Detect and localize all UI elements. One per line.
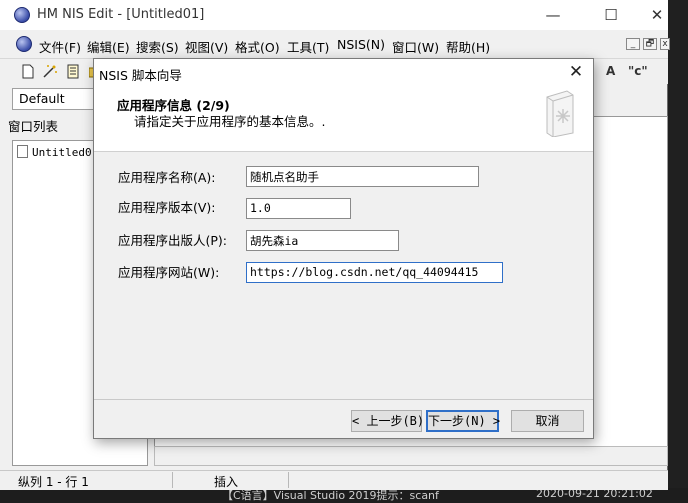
- mdi-close-button[interactable]: x: [660, 38, 670, 50]
- close-button[interactable]: ✕: [634, 0, 680, 30]
- document-icon: [17, 145, 28, 158]
- dialog-title: NSIS 脚本向导: [99, 68, 182, 83]
- new-file-icon[interactable]: [21, 64, 35, 80]
- minimize-button[interactable]: —: [530, 0, 576, 30]
- menu-format[interactable]: 格式(O): [235, 37, 280, 56]
- next-button[interactable]: 下一步(N) >: [426, 410, 500, 432]
- maximize-button[interactable]: ☐: [588, 0, 634, 30]
- document-menu-icon[interactable]: [16, 36, 32, 52]
- status-bar: [0, 470, 668, 490]
- menu-help[interactable]: 帮助(H): [446, 37, 490, 56]
- string-icon[interactable]: "c": [628, 64, 648, 78]
- app-website-label: 应用程序网站(W):: [118, 265, 220, 280]
- cancel-button[interactable]: 取消: [511, 410, 584, 432]
- app-publisher-input[interactable]: 胡先森ia: [246, 230, 399, 251]
- menu-view[interactable]: 视图(V): [185, 37, 228, 56]
- dialog-title-bar: NSIS 脚本向导 ✕: [94, 59, 593, 86]
- installer-book-icon: [546, 90, 574, 137]
- wizard-icon[interactable]: [42, 64, 57, 80]
- dialog-separator: [94, 399, 593, 400]
- window-title: HM NIS Edit - [Untitled01]: [37, 7, 205, 22]
- app-publisher-label: 应用程序出版人(P):: [118, 233, 228, 248]
- insert-mode: 插入: [214, 475, 239, 489]
- app-name-input[interactable]: 随机点名助手: [246, 166, 479, 187]
- back-button[interactable]: < 上一步(B): [351, 410, 424, 432]
- menu-tools[interactable]: 工具(T): [287, 37, 329, 56]
- background-edge: [668, 0, 688, 500]
- highlighter-combo[interactable]: Default: [12, 88, 102, 110]
- window-list-item-label: Untitled0: [32, 146, 92, 159]
- font-icon[interactable]: A: [606, 64, 615, 78]
- mdi-restore-button[interactable]: 🗗: [643, 38, 657, 50]
- app-version-label: 应用程序版本(V):: [118, 200, 216, 215]
- app-website-input[interactable]: https://blog.csdn.net/qq_44094415: [246, 262, 503, 283]
- menu-nsis[interactable]: NSIS(N): [337, 37, 385, 52]
- mdi-minimize-button[interactable]: _: [626, 38, 640, 50]
- dialog-close-icon[interactable]: ✕: [559, 59, 593, 86]
- menu-search[interactable]: 搜索(S): [136, 37, 179, 56]
- menu-file[interactable]: 文件(F): [39, 37, 81, 56]
- title-bar: HM NIS Edit - [Untitled01] — ☐ ✕: [0, 0, 668, 30]
- nsis-wizard-dialog: NSIS 脚本向导 ✕ 应用程序信息 (2/9) 请指定关于应用程序的基本信息。…: [93, 58, 594, 439]
- menu-edit[interactable]: 编辑(E): [87, 37, 130, 56]
- status-divider: [288, 472, 289, 488]
- app-name-label: 应用程序名称(A):: [118, 170, 216, 185]
- status-divider: [172, 472, 173, 488]
- wizard-step-description: 请指定关于应用程序的基本信息。.: [134, 114, 326, 129]
- horizontal-scrollbar[interactable]: [154, 446, 668, 466]
- template-icon[interactable]: [66, 64, 80, 80]
- app-version-input[interactable]: 1.0: [246, 198, 351, 219]
- nsis-app-icon: [14, 7, 30, 23]
- window-list-item[interactable]: Untitled0: [17, 145, 92, 159]
- cursor-position: 纵列 1 - 行 1: [18, 475, 89, 489]
- menu-window[interactable]: 窗口(W): [392, 37, 439, 56]
